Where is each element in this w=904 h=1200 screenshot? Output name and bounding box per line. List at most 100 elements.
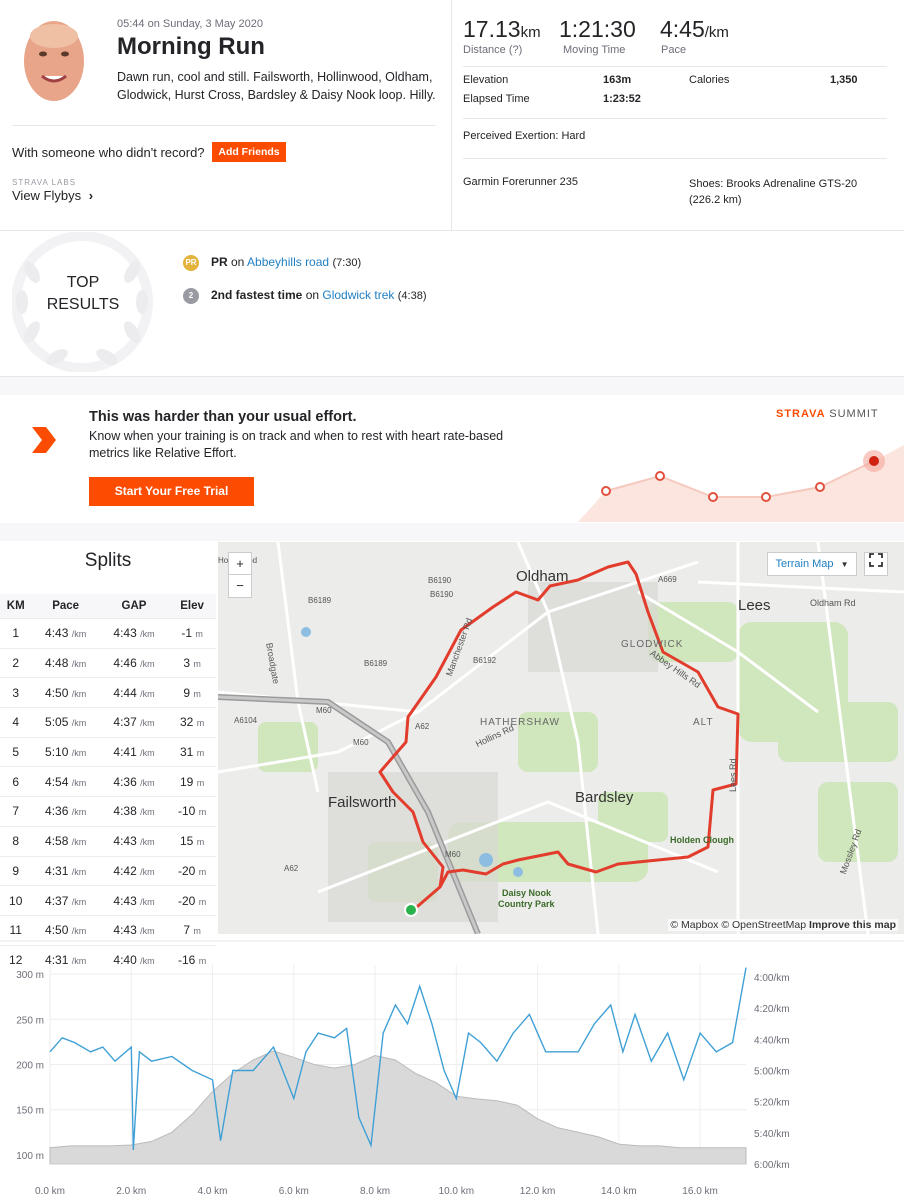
zoom-in-button[interactable]: + [228, 552, 252, 576]
road-label: A6104 [234, 716, 258, 725]
split-elev: 3 m [168, 647, 216, 678]
x-tick-label: 4.0 km [198, 1186, 228, 1197]
athlete-avatar[interactable] [22, 16, 86, 102]
road-label: Oldham Rd [810, 598, 856, 608]
route-map[interactable]: Oldham Lees Failsworth Bardsley HATHERSH… [218, 542, 904, 934]
elevation-pace-chart[interactable]: 0.0 km 2.0 km 4.0 km 6.0 km 8.0 km 10.0 km 12.… [0, 940, 904, 1200]
map-type-select[interactable]: Terrain Map ▼ [767, 552, 857, 576]
split-row[interactable]: 5 5:10 /km 4:41 /km 31 m [0, 736, 216, 767]
segment-link-glodwick[interactable]: Glodwick trek [322, 288, 394, 302]
divider [463, 158, 887, 159]
shoes-info[interactable]: Shoes: Brooks Adrenaline GTS-20 (226.2 k… [689, 176, 889, 208]
add-friends-button[interactable]: Add Friends [212, 142, 286, 162]
summit-chevron-icon [32, 427, 56, 453]
col-km: KM [0, 594, 32, 619]
split-row[interactable]: 4 5:05 /km 4:37 /km 32 m [0, 707, 216, 738]
with-someone-text: With someone who didn't record? [12, 145, 205, 160]
split-elev: 9 m [168, 677, 216, 708]
route-start-marker [404, 903, 418, 917]
summit-body: Know when your training is on track and … [89, 429, 504, 460]
split-gap: 4:44 /km [99, 677, 169, 708]
split-pace: 4:54 /km [31, 766, 100, 797]
road-label: B6189 [308, 596, 332, 605]
x-tick-label: 14.0 km [601, 1186, 637, 1197]
split-pace: 4:37 /km [31, 885, 100, 916]
moving-time-label: Moving Time [563, 44, 626, 56]
splits-table: KM Pace GAP Elev 1 4:43 /km 4:43 /km -1 m24… [0, 594, 216, 975]
road-label: M60 [445, 850, 461, 859]
split-pace: 4:31 /km [31, 855, 100, 886]
split-km: 10 [0, 885, 32, 916]
split-row[interactable]: 3 4:50 /km 4:44 /km 9 m [0, 677, 216, 708]
split-row[interactable]: 1 4:43 /km 4:43 /km -1 m [0, 618, 216, 649]
split-gap: 4:38 /km [99, 796, 169, 827]
map-attribution: © Mapbox © OpenStreetMap Improve this ma… [668, 919, 898, 931]
map-type-label: Terrain Map [775, 558, 834, 570]
split-row[interactable]: 8 4:58 /km 4:43 /km 15 m [0, 825, 216, 856]
elevation-tick-label: 100 m [16, 1151, 44, 1162]
pr-medal-icon: PR [183, 255, 199, 271]
pace-tick-label: 4:00/km [754, 973, 790, 984]
left-axis-ticks: 100 m 150 m 200 m 250 m 300 m [16, 970, 44, 1162]
splits-title: Splits [84, 550, 132, 571]
split-elev: -20 m [168, 885, 216, 916]
silver-medal-icon: 2 [183, 288, 199, 304]
header-divider-vertical [451, 0, 452, 230]
elevation-label: Elevation [463, 74, 509, 86]
place-daisy-nook: Daisy Nook [502, 888, 552, 898]
road-label: M60 [353, 738, 369, 747]
split-km: 6 [0, 766, 32, 797]
view-flybys-label: View Flybys [12, 188, 82, 203]
summit-heading: This was harder than your usual effort. [89, 409, 357, 425]
place-hathershaw: HATHERSHAW [480, 717, 560, 728]
calories-label: Calories [689, 74, 730, 86]
fullscreen-button[interactable] [864, 552, 888, 576]
elevation-tick-label: 250 m [16, 1015, 44, 1026]
place-failsworth: Failsworth [328, 794, 397, 811]
split-km: 4 [0, 707, 32, 738]
calories-value: 1,350 [830, 74, 858, 86]
place-oldham: Oldham [516, 568, 569, 585]
relative-effort-graphic [578, 445, 904, 522]
segment-link-abbeyhills[interactable]: Abbeyhills road [247, 255, 329, 269]
col-gap: GAP [99, 594, 169, 619]
split-row[interactable]: 7 4:36 /km 4:38 /km -10 m [0, 796, 216, 827]
pace-label: Pace [661, 44, 687, 56]
split-gap: 4:36 /km [99, 766, 169, 797]
x-tick-label: 10.0 km [439, 1186, 475, 1197]
x-tick-label: 0.0 km [35, 1186, 65, 1197]
place-lees: Lees [738, 597, 771, 614]
right-axis-ticks: 4:00/km 4:20/km 4:40/km 5:00/km 5:20/km 5:40/… [754, 973, 790, 1171]
distance-label[interactable]: Distance (?) [463, 44, 522, 56]
elapsed-time-label: Elapsed Time [463, 93, 530, 105]
split-row[interactable]: 2 4:48 /km 4:46 /km 3 m [0, 647, 216, 678]
pace-tick-label: 4:40/km [754, 1035, 790, 1046]
zoom-out-button[interactable]: − [228, 574, 252, 598]
split-pace: 5:10 /km [31, 736, 100, 767]
road-label: A669 [658, 575, 677, 584]
elevation-value: 163m [603, 74, 632, 86]
caret-down-icon: ▼ [840, 560, 849, 569]
elevation-tick-label: 150 m [16, 1106, 44, 1117]
divider [463, 118, 887, 119]
split-pace: 5:05 /km [31, 707, 100, 738]
road-label: A62 [284, 864, 299, 873]
start-free-trial-button[interactable]: Start Your Free Trial [89, 477, 254, 506]
activity-description: Dawn run, cool and still. Failsworth, Ho… [117, 70, 436, 102]
split-row[interactable]: 9 4:31 /km 4:42 /km -20 m [0, 855, 216, 886]
improve-map-link[interactable]: Improve this map [809, 919, 896, 931]
split-row[interactable]: 6 4:54 /km 4:36 /km 19 m [0, 766, 216, 797]
x-tick-label: 12.0 km [520, 1186, 556, 1197]
x-tick-label: 16.0 km [682, 1186, 718, 1197]
distance-value: 17.13km [463, 16, 541, 42]
section-gap [0, 523, 904, 541]
x-tick-label: 6.0 km [279, 1186, 309, 1197]
view-flybys-link[interactable]: View Flybys › [12, 188, 93, 203]
divider [12, 125, 436, 126]
split-row[interactable]: 10 4:37 /km 4:43 /km -20 m [0, 885, 216, 916]
achievement-pr: PR on Abbeyhills road (7:30) [211, 255, 362, 269]
col-elev: Elev [168, 594, 216, 619]
pace-tick-label: 5:40/km [754, 1129, 790, 1140]
road-label: B6190 [428, 576, 452, 585]
activity-title: Morning Run [117, 33, 265, 60]
